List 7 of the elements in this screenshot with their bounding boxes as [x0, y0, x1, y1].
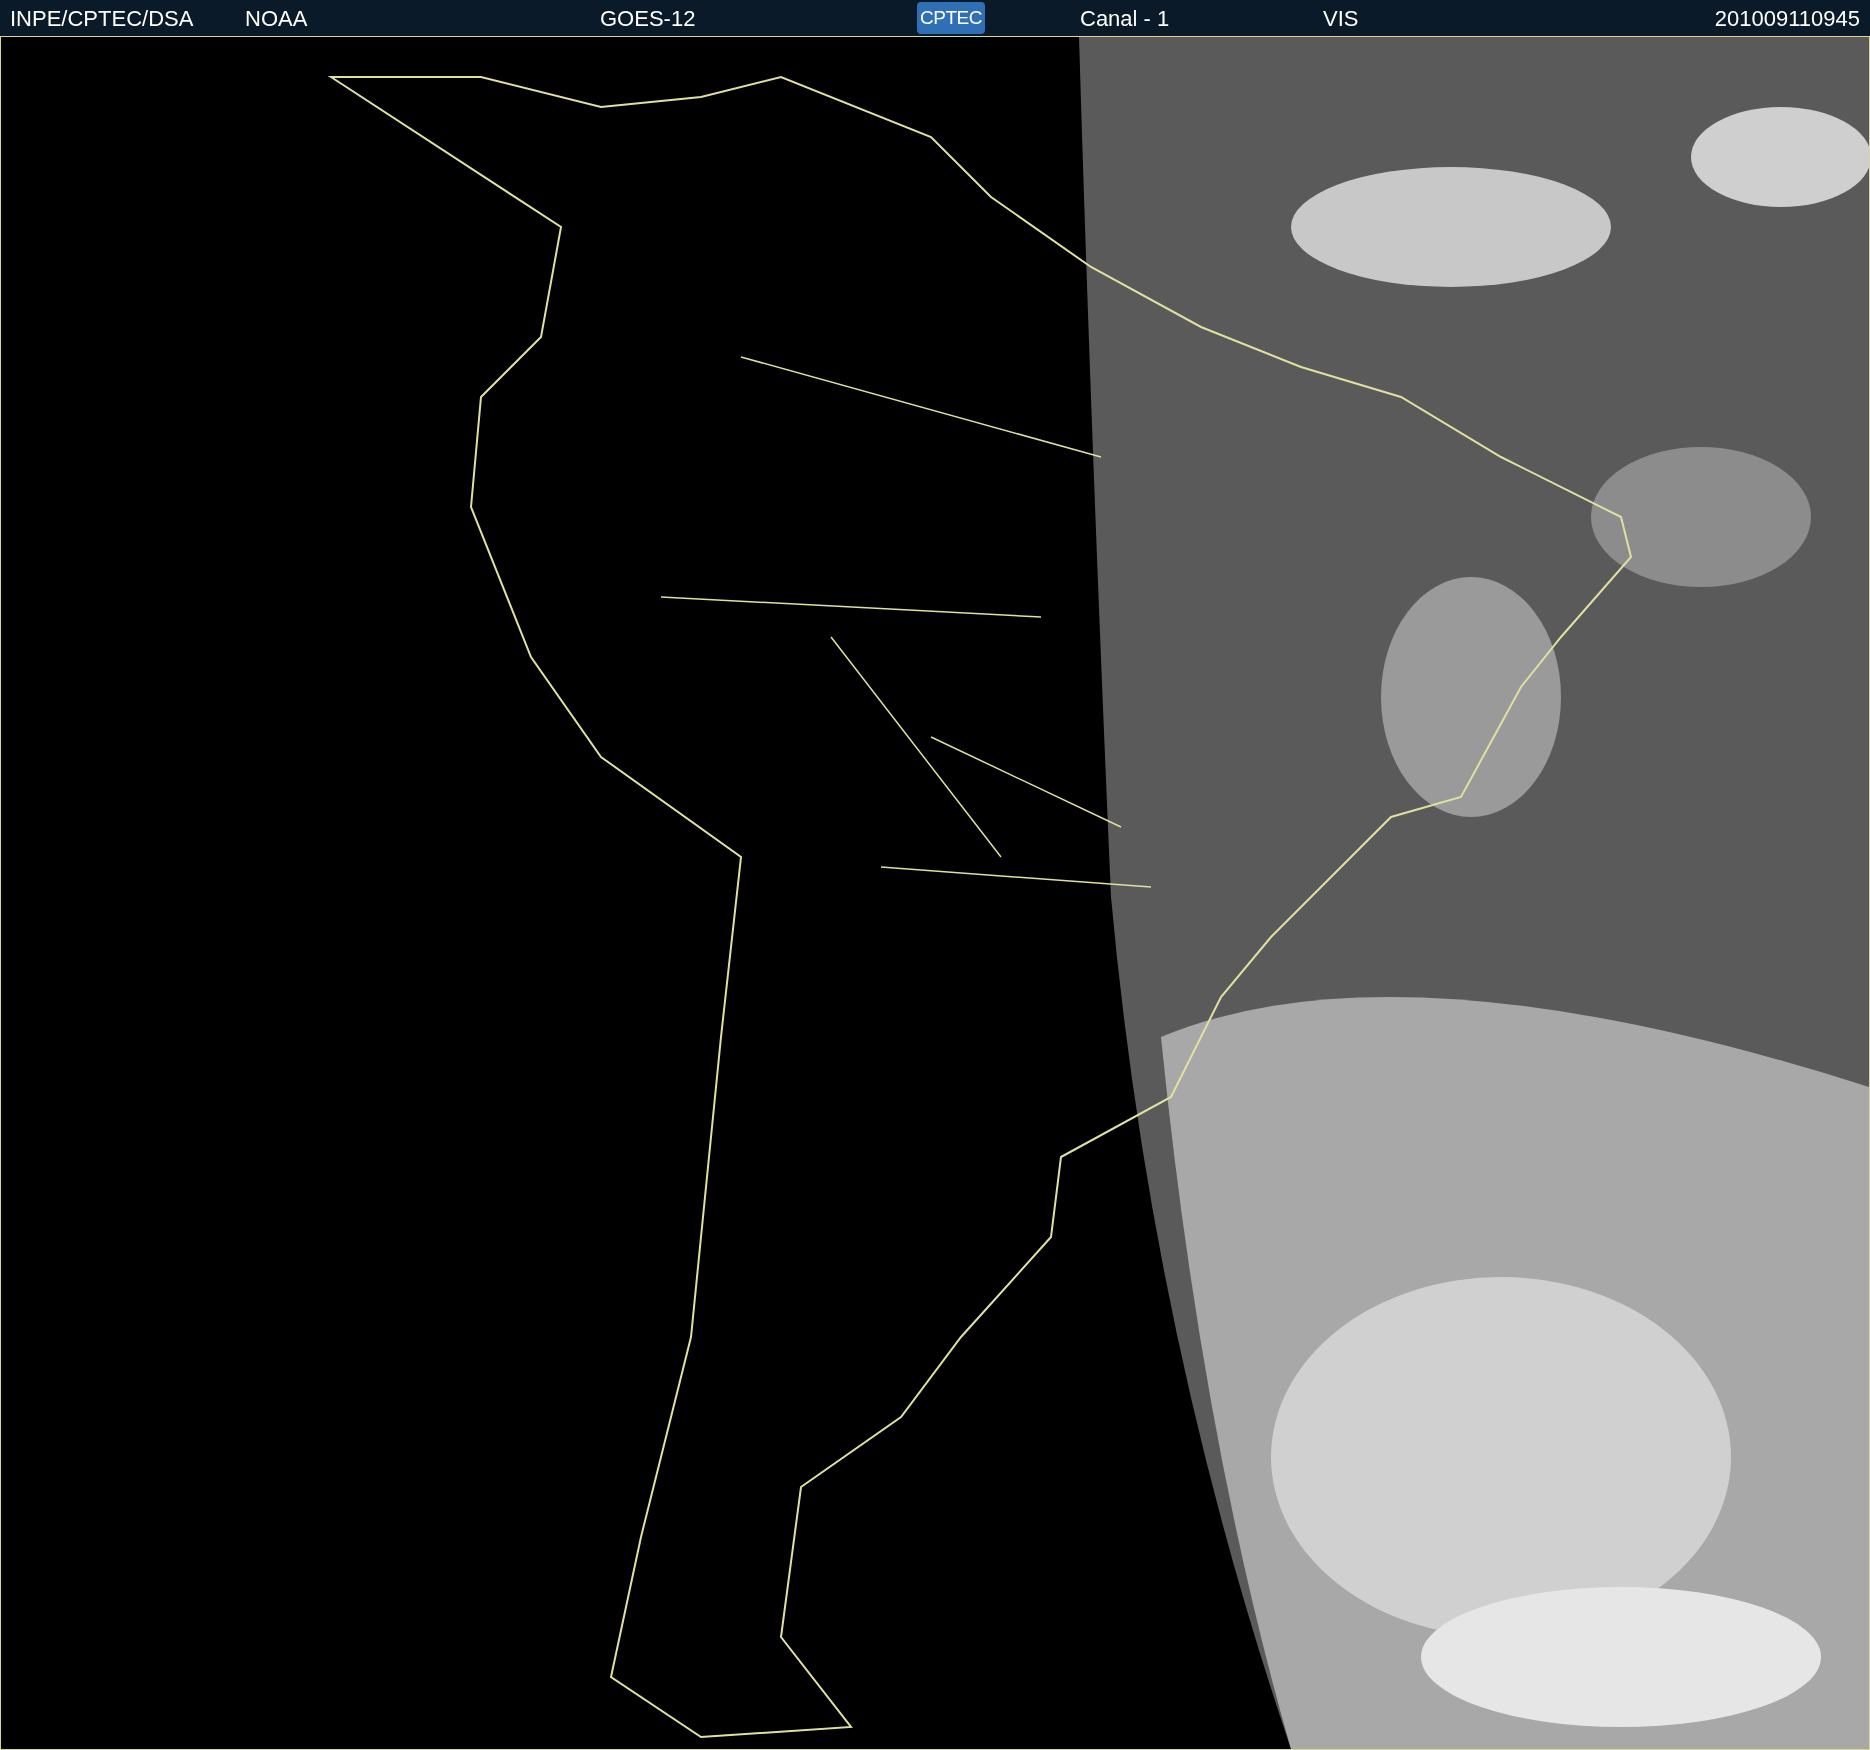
header-label: INPE/CPTEC/DSA — [10, 4, 195, 33]
header-label: Canal - 1 — [1080, 4, 1171, 33]
header-label: NOAA — [245, 4, 309, 33]
header-label: VIS — [1323, 4, 1360, 33]
header-label: 201009110945 — [1714, 4, 1860, 33]
logo: CPTEC — [917, 2, 986, 34]
header-label: GOES-12 — [600, 4, 697, 33]
